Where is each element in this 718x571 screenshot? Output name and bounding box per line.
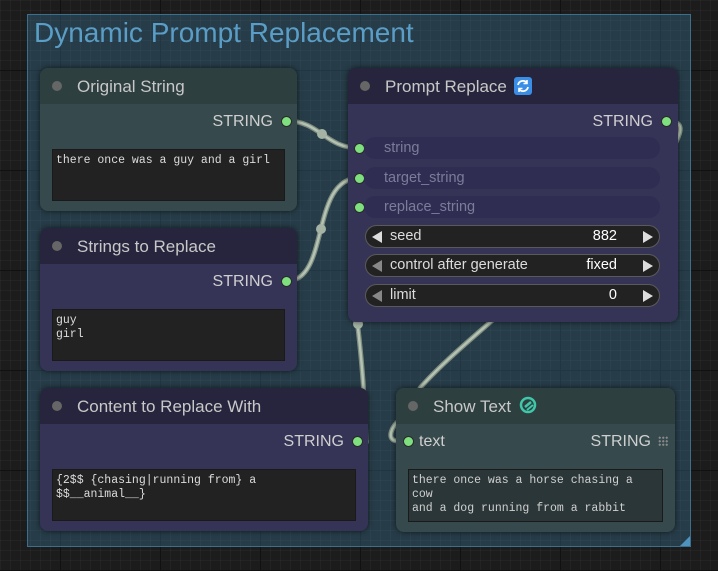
increment-arrow-icon[interactable]	[643, 260, 653, 272]
input-replace-string[interactable]: replace_string	[364, 196, 660, 218]
seed-widget[interactable]: seed 882	[365, 225, 660, 248]
output-label: STRING	[283, 433, 344, 450]
node-content-to-replace-with[interactable]: Content to Replace With STRING {2$$ {cha…	[40, 388, 368, 531]
decrement-arrow-icon[interactable]	[372, 260, 382, 272]
decrement-arrow-icon[interactable]	[372, 231, 382, 243]
link-badge-icon	[519, 396, 537, 414]
output-slot-string[interactable]	[281, 116, 292, 127]
output-label: STRING	[212, 113, 273, 130]
node-header[interactable]: Prompt Replace	[348, 68, 678, 104]
text-input[interactable]: {2$$ {chasing|running from} a $$__animal…	[52, 469, 356, 521]
widget-label: limit	[390, 287, 416, 303]
output-slot-string[interactable]	[352, 436, 363, 447]
wire-reroute-dot	[316, 224, 326, 234]
output-label: STRING	[590, 433, 651, 450]
collapse-dot-icon[interactable]	[52, 401, 62, 411]
refresh-badge-icon	[514, 77, 532, 95]
input-string[interactable]: string	[364, 137, 660, 159]
node-show-text[interactable]: Show Text text STRING there once was a h…	[396, 388, 675, 532]
increment-arrow-icon[interactable]	[643, 290, 653, 302]
collapse-dot-icon[interactable]	[52, 241, 62, 251]
output-label: STRING	[212, 273, 273, 290]
widget-value: fixed	[586, 257, 617, 273]
node-original-string[interactable]: Original String STRING there once was a …	[40, 68, 297, 211]
collapse-dot-icon[interactable]	[408, 401, 418, 411]
node-header[interactable]: Show Text	[396, 388, 675, 424]
output-slot-string[interactable]	[281, 276, 292, 287]
limit-widget[interactable]: limit 0	[365, 284, 660, 307]
widget-value: 0	[608, 287, 617, 303]
control-after-generate-widget[interactable]: control after generate fixed	[365, 254, 660, 277]
node-header[interactable]: Content to Replace With	[40, 388, 368, 424]
input-target-string[interactable]: target_string	[364, 167, 660, 189]
node-strings-to-replace[interactable]: Strings to Replace STRING guy girl	[40, 228, 297, 371]
increment-arrow-icon[interactable]	[643, 231, 653, 243]
node-header[interactable]: Original String	[40, 68, 297, 104]
input-label: text	[419, 433, 445, 450]
node-title: Prompt Replace	[385, 77, 507, 96]
collapse-dot-icon[interactable]	[360, 81, 370, 91]
node-header[interactable]: Strings to Replace	[40, 228, 297, 264]
widget-label: seed	[390, 228, 422, 244]
node-title: Original String	[77, 77, 185, 96]
node-title: Content to Replace With	[77, 397, 262, 416]
output-slot-string[interactable]	[661, 116, 672, 127]
node-title: Strings to Replace	[77, 237, 216, 256]
decrement-arrow-icon[interactable]	[372, 290, 382, 302]
widget-value: 882	[592, 228, 617, 244]
node-title: Show Text	[433, 397, 512, 416]
text-input[interactable]: guy girl	[52, 309, 285, 361]
text-output: there once was a horse chasing a cow and…	[408, 469, 663, 522]
collapse-dot-icon[interactable]	[52, 81, 62, 91]
wire-reroute-dot	[317, 129, 327, 139]
input-slot-text[interactable]	[403, 436, 414, 447]
node-prompt-replace[interactable]: Prompt Replace STRING string target_stri…	[348, 68, 678, 322]
text-input[interactable]: there once was a guy and a girl	[52, 149, 285, 201]
grid-output-icon[interactable]	[658, 436, 668, 446]
widget-label: control after generate	[390, 257, 528, 273]
output-label: STRING	[592, 113, 653, 130]
